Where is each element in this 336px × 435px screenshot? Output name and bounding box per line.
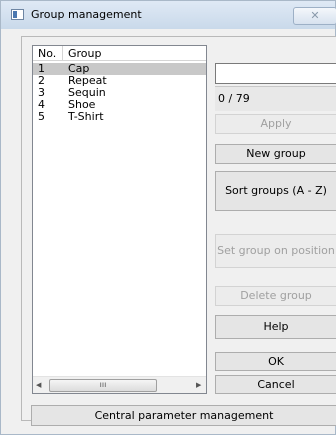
group-name: T-Shirt xyxy=(68,110,104,123)
group-management-dialog: Group management ✕ No. Group 1 Cap 2 Rep… xyxy=(0,0,336,435)
new-group-button[interactable]: New group xyxy=(215,144,336,164)
column-header-group[interactable]: Group xyxy=(64,46,206,61)
scroll-right-icon[interactable]: ▶ xyxy=(196,381,201,389)
list-header: No. Group xyxy=(33,46,206,61)
character-counter: 0 / 79 xyxy=(218,92,250,105)
scroll-thumb[interactable]: ııı xyxy=(49,379,157,392)
close-button[interactable]: ✕ xyxy=(293,7,336,25)
list-item[interactable]: 1 Cap xyxy=(33,63,206,75)
app-window-icon xyxy=(11,9,24,20)
list-item[interactable]: 5 T-Shirt xyxy=(33,111,206,123)
grip-icon: ııı xyxy=(99,380,107,389)
group-list[interactable]: No. Group 1 Cap 2 Repeat 3 Sequin 4 Shoe… xyxy=(32,45,207,394)
list-item[interactable]: 3 Sequin xyxy=(33,87,206,99)
sort-groups-button[interactable]: Sort groups (A - Z) xyxy=(215,171,336,211)
close-icon: ✕ xyxy=(310,9,320,22)
horizontal-scrollbar[interactable]: ◀ ııı ▶ xyxy=(33,376,206,393)
row-number: 5 xyxy=(38,110,45,123)
window-title: Group management xyxy=(31,8,142,21)
apply-button[interactable]: Apply xyxy=(215,114,336,134)
help-button[interactable]: Help xyxy=(215,315,336,339)
delete-group-button[interactable]: Delete group xyxy=(215,286,336,306)
scroll-left-icon[interactable]: ◀ xyxy=(36,381,41,389)
list-item[interactable]: 4 Shoe xyxy=(33,99,206,111)
group-name-input[interactable] xyxy=(215,63,336,84)
title-bar[interactable]: Group management ✕ xyxy=(1,1,336,29)
column-header-no[interactable]: No. xyxy=(33,46,63,61)
cancel-button[interactable]: Cancel xyxy=(215,375,336,394)
set-group-position-button[interactable]: Set group on position xyxy=(215,234,336,268)
ok-button[interactable]: OK xyxy=(215,352,336,371)
list-item[interactable]: 2 Repeat xyxy=(33,75,206,87)
central-parameter-management-button[interactable]: Central parameter management xyxy=(31,405,336,426)
